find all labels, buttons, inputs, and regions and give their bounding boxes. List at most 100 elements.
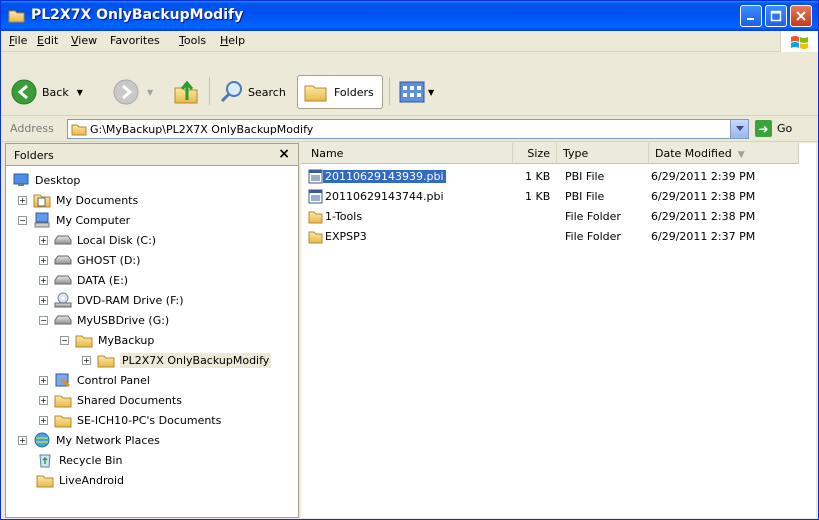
tree-item-ghost[interactable]: + GHOST (D:)	[39, 250, 140, 270]
menu-help[interactable]: Help	[220, 34, 245, 47]
tree-item-liveandroid[interactable]: LiveAndroid	[36, 470, 124, 490]
tree-item-se-ich10-documents[interactable]: + SE-ICH10-PC's Documents	[39, 410, 221, 430]
chevron-down-icon	[735, 126, 744, 131]
tree-item-myusbdrive[interactable]: − MyUSBDrive (G:)	[39, 310, 169, 330]
tree-item-shared-documents[interactable]: + Shared Documents	[39, 390, 182, 410]
collapse-icon[interactable]: −	[39, 315, 48, 325]
file-type: PBI File	[565, 190, 605, 203]
tree-item-my-network-places[interactable]: + My Network Places	[18, 430, 160, 450]
close-button[interactable]	[790, 5, 812, 27]
expand-icon[interactable]: +	[39, 375, 48, 385]
window-title: PL2X7X OnlyBackupModify	[31, 7, 244, 23]
expand-icon[interactable]: +	[82, 355, 91, 365]
forward-button[interactable]: ▼	[113, 79, 153, 105]
file-row[interactable]: 20110629143939.pbi 1 KB PBI File 6/29/20…	[301, 167, 816, 187]
tree-item-dvd-drive[interactable]: + DVD-RAM Drive (F:)	[39, 290, 184, 310]
menu-favorites[interactable]: Favorites	[110, 34, 160, 47]
column-header-size[interactable]: Size	[513, 143, 557, 164]
file-type: PBI File	[565, 170, 605, 183]
tree-item-label: My Computer	[56, 213, 131, 227]
expand-icon[interactable]: +	[18, 195, 27, 205]
file-size: 1 KB	[525, 190, 551, 203]
column-header-date-modified[interactable]: Date Modified ▼	[649, 143, 799, 164]
tree-item-pl2x7x-onlybackupmodify[interactable]: + PL2X7X OnlyBackupModify	[82, 350, 272, 370]
expand-icon[interactable]: +	[39, 395, 48, 405]
expand-icon[interactable]: +	[39, 415, 48, 425]
expand-icon[interactable]: +	[39, 255, 48, 265]
up-folder-icon	[174, 80, 198, 104]
folder-icon	[308, 211, 323, 224]
folders-pane: Folders × Desktop + My Documents − My Co…	[5, 143, 299, 518]
go-label: Go	[777, 122, 793, 135]
tree-item-control-panel[interactable]: + Control Panel	[39, 370, 150, 390]
up-folder-button[interactable]	[173, 78, 201, 106]
my-computer-icon	[33, 212, 51, 228]
pbi-file-icon	[308, 189, 323, 204]
file-date: 6/29/2011 2:37 PM	[651, 230, 756, 243]
title-bar[interactable]: PL2X7X OnlyBackupModify	[1, 1, 818, 31]
column-header-type[interactable]: Type	[557, 143, 649, 164]
file-row[interactable]: 1-Tools File Folder 6/29/2011 2:38 PM	[301, 207, 816, 227]
tree-item-local-disk[interactable]: + Local Disk (C:)	[39, 230, 156, 250]
tree-item-recycle-bin[interactable]: Recycle Bin	[36, 450, 122, 470]
file-row[interactable]: 20110629143744.pbi 1 KB PBI File 6/29/20…	[301, 187, 816, 207]
close-pane-icon[interactable]: ×	[278, 146, 290, 162]
folder-icon	[8, 10, 25, 23]
address-label: Address	[10, 122, 54, 135]
folders-label: Folders	[334, 86, 374, 99]
folders-pane-header: Folders ×	[6, 144, 298, 166]
back-button[interactable]: Back ▼	[11, 79, 83, 105]
file-type: File Folder	[565, 210, 621, 223]
forward-arrow-icon	[113, 79, 139, 105]
file-size: 1 KB	[525, 170, 551, 183]
folders-button[interactable]: Folders	[297, 75, 383, 109]
tree-item-label: DVD-RAM Drive (F:)	[77, 293, 184, 307]
drive-icon	[54, 272, 72, 288]
back-dropdown-icon[interactable]: ▼	[77, 88, 83, 97]
tree-item-desktop[interactable]: Desktop	[12, 170, 80, 190]
maximize-button[interactable]	[765, 5, 787, 27]
column-header-name[interactable]: Name	[301, 143, 513, 164]
menu-view[interactable]: View	[71, 34, 97, 47]
address-dropdown-button[interactable]	[730, 120, 748, 138]
file-list: Name Size Type Date Modified ▼ 2011062914…	[301, 143, 816, 518]
address-field[interactable]: G:\MyBackup\PL2X7X OnlyBackupModify	[67, 119, 749, 139]
file-row[interactable]: EXPSP3 File Folder 6/29/2011 2:37 PM	[301, 227, 816, 247]
collapse-icon[interactable]: −	[18, 215, 27, 225]
tree-item-my-documents[interactable]: + My Documents	[18, 190, 138, 210]
expand-icon[interactable]: +	[39, 235, 48, 245]
search-button[interactable]: Search	[219, 79, 286, 105]
maximize-icon	[770, 10, 782, 22]
control-panel-icon	[54, 372, 72, 388]
tree-item-label: SE-ICH10-PC's Documents	[77, 413, 222, 427]
expand-icon[interactable]: +	[18, 435, 27, 445]
address-bar: Address G:\MyBackup\PL2X7X OnlyBackupMod…	[1, 116, 818, 142]
close-icon	[796, 11, 806, 21]
minimize-button[interactable]	[740, 5, 762, 27]
tree-item-mybackup[interactable]: − MyBackup	[60, 330, 154, 350]
file-date: 6/29/2011 2:39 PM	[651, 170, 756, 183]
menu-file[interactable]: File	[9, 34, 27, 47]
address-value: G:\MyBackup\PL2X7X OnlyBackupModify	[90, 123, 314, 136]
views-button[interactable]: ▼	[399, 81, 434, 103]
expand-icon[interactable]: +	[39, 295, 48, 305]
menu-tools[interactable]: Tools	[179, 34, 206, 47]
folder-icon	[308, 231, 323, 244]
file-name: 20110629143939.pbi	[323, 170, 446, 183]
menu-edit[interactable]: Edit	[37, 34, 58, 47]
forward-dropdown-icon[interactable]: ▼	[147, 88, 153, 97]
explorer-window: PL2X7X OnlyBackupModify File Edit View F…	[0, 0, 819, 520]
tree-item-my-computer[interactable]: − My Computer	[18, 210, 130, 230]
collapse-icon[interactable]: −	[60, 335, 69, 345]
recycle-bin-icon	[36, 452, 54, 468]
search-icon	[220, 81, 242, 103]
file-name: EXPSP3	[325, 230, 367, 243]
windows-flag-icon	[791, 36, 808, 49]
folder-icon	[75, 332, 93, 348]
sort-arrow-icon: ▼	[737, 150, 745, 160]
expand-icon[interactable]: +	[39, 275, 48, 285]
tree-item-label: LiveAndroid	[59, 473, 124, 487]
go-button[interactable]: ➜ Go	[755, 120, 792, 137]
tree-item-label: MyBackup	[98, 333, 155, 347]
tree-item-data[interactable]: + DATA (E:)	[39, 270, 128, 290]
